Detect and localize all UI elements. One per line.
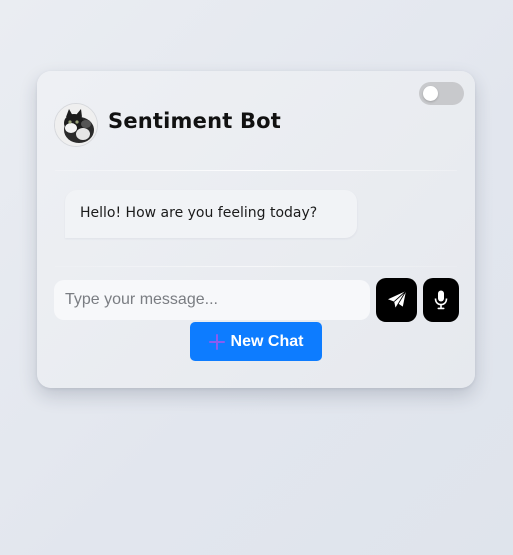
toggle-knob	[423, 86, 438, 101]
bot-message-text: Hello! How are you feeling today?	[80, 205, 318, 221]
header-divider	[55, 170, 457, 171]
composer-divider	[55, 266, 457, 267]
new-chat-button[interactable]: New Chat	[190, 322, 322, 361]
cat-avatar-icon	[55, 104, 97, 146]
bot-message-bubble: Hello! How are you feeling today?	[65, 190, 357, 238]
new-chat-label: New Chat	[230, 332, 304, 350]
microphone-icon	[434, 290, 448, 310]
send-button[interactable]	[376, 278, 417, 322]
plus-icon	[208, 333, 225, 350]
chat-card: Sentiment Bot Hello! How are you feeling…	[37, 71, 475, 388]
message-input[interactable]	[54, 280, 370, 320]
theme-toggle[interactable]	[419, 82, 464, 105]
microphone-button[interactable]	[423, 278, 459, 322]
bot-avatar	[54, 103, 98, 147]
paper-plane-icon	[387, 290, 406, 309]
bot-name: Sentiment Bot	[108, 109, 282, 133]
